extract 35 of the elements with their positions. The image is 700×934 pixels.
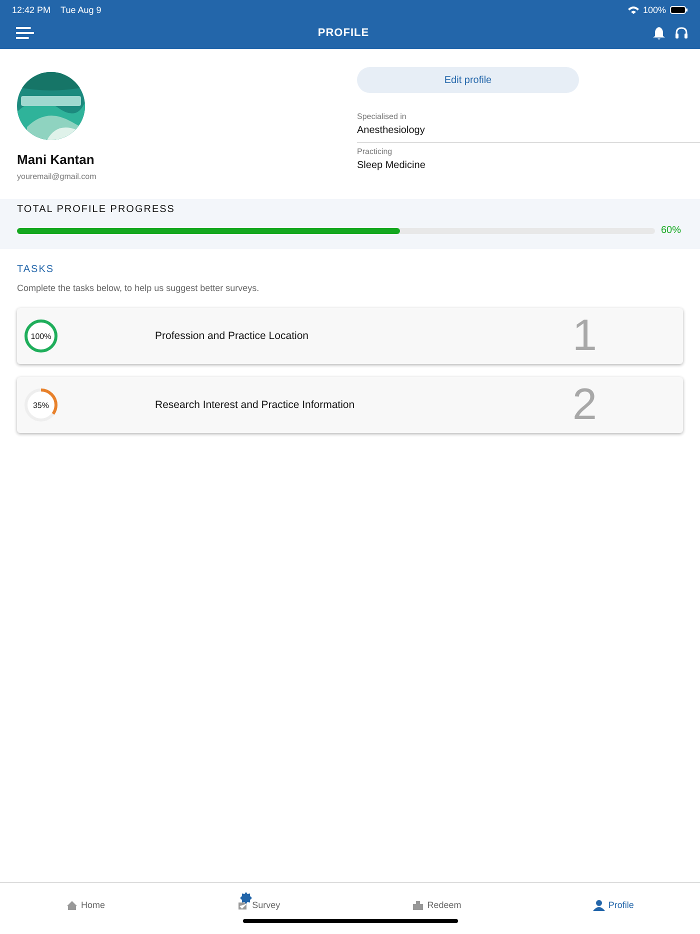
progress-title: TOTAL PROFILE PROGRESS bbox=[17, 204, 176, 215]
wifi-icon bbox=[628, 6, 639, 14]
status-time: 12:42 PM bbox=[12, 5, 51, 15]
tasks-title: TASKS bbox=[17, 264, 56, 275]
task-title: Profession and Practice Location bbox=[155, 330, 310, 342]
menu-icon[interactable] bbox=[16, 27, 34, 39]
status-date: Tue Aug 9 bbox=[60, 5, 102, 15]
task-number: 2 bbox=[572, 383, 597, 427]
battery-percent: 100% bbox=[642, 5, 666, 15]
user-email: youremail@gmail.com bbox=[17, 172, 98, 181]
user-name: Mani Kantan bbox=[17, 152, 96, 167]
task-number: 1 bbox=[572, 314, 597, 358]
tab-item[interactable]: Survey bbox=[237, 891, 280, 911]
profile-icon bbox=[593, 899, 606, 911]
edit-profile-button[interactable]: Edit profile bbox=[357, 67, 579, 93]
task-card[interactable]: 100% Profession and Practice Location 1 bbox=[17, 308, 683, 364]
tab-item[interactable]: Home bbox=[66, 891, 106, 911]
percent-label: 35% bbox=[32, 400, 50, 412]
tasks-subtitle: Complete the tasks below, to help us suggest better surveys. bbox=[17, 283, 260, 293]
bell-icon[interactable] bbox=[652, 26, 665, 40]
task-title: Research Interest and Practice Information bbox=[155, 399, 356, 411]
battery-icon bbox=[670, 6, 688, 14]
field-value: Sleep Medicine bbox=[357, 160, 426, 171]
field-value: Anesthesiology bbox=[357, 125, 426, 136]
home-icon bbox=[66, 899, 78, 911]
task-card[interactable]: 35% Research Interest and Practice Information 2 bbox=[17, 377, 683, 433]
headset-icon[interactable] bbox=[674, 26, 688, 40]
header-title: PROFILE bbox=[318, 27, 370, 39]
redeem-icon bbox=[412, 899, 424, 911]
field-label: Specialised in bbox=[357, 112, 408, 121]
tab-item[interactable]: Redeem bbox=[412, 891, 462, 911]
field-label: Practicing bbox=[357, 147, 394, 156]
tab-item[interactable]: Profile bbox=[593, 891, 634, 911]
progress-reading: 60% bbox=[661, 225, 682, 236]
percent-label: 100% bbox=[30, 330, 52, 342]
